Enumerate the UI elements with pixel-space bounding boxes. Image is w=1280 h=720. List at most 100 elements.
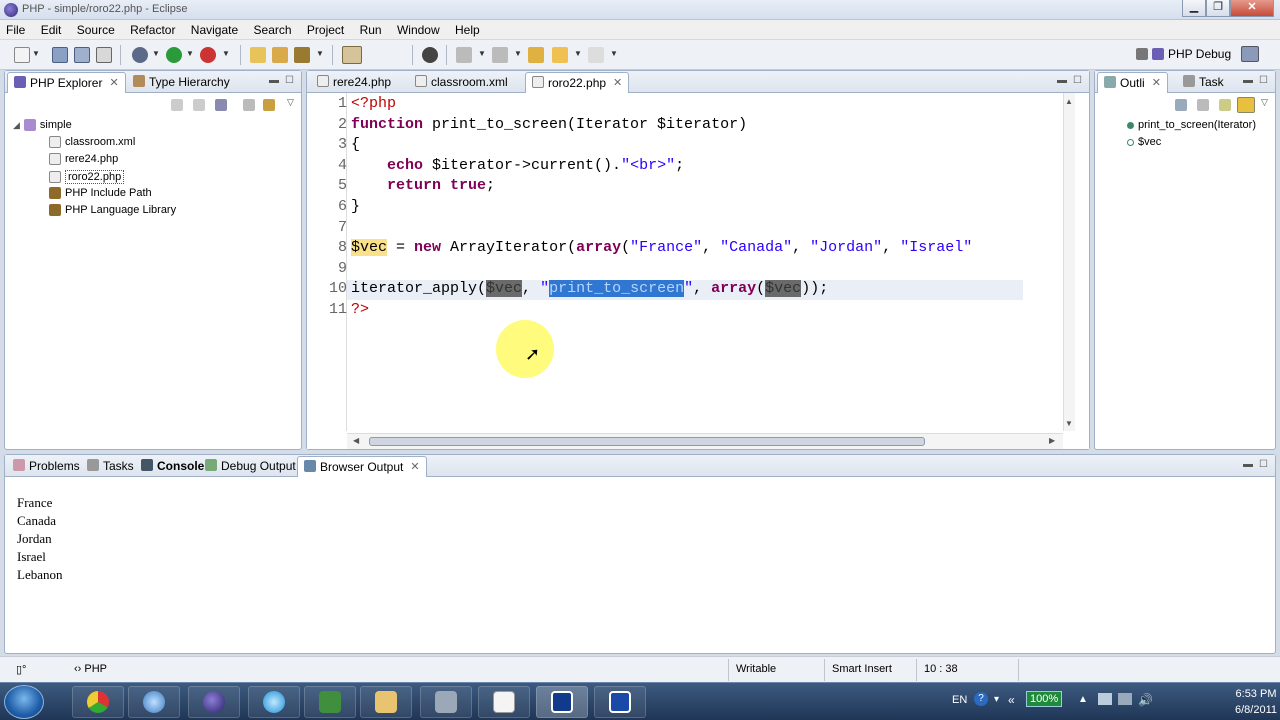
external-tools-icon[interactable] xyxy=(200,47,216,63)
wand-icon[interactable] xyxy=(294,47,310,63)
explorer-taskbar-button[interactable] xyxy=(360,686,412,718)
fast-view-icon[interactable]: ▯° xyxy=(16,663,26,676)
collapse-all-icon[interactable] xyxy=(243,99,255,111)
run-dropdown-icon[interactable]: ▼ xyxy=(186,49,194,58)
tree-item-selected[interactable]: roro22.php xyxy=(49,170,125,184)
tab-classroom[interactable]: classroom.xml xyxy=(409,72,514,93)
document-taskbar-button[interactable] xyxy=(478,686,530,718)
close-icon[interactable]: ✕ xyxy=(1152,76,1161,93)
view-menu-icon[interactable]: ▽ xyxy=(287,97,294,108)
outline-item[interactable]: print_to_screen(Iterator) xyxy=(1127,119,1256,131)
eclipse-taskbar-button[interactable] xyxy=(188,686,240,718)
code-line[interactable]: iterator_apply($vec, "print_to_screen", … xyxy=(351,280,828,298)
close-button[interactable]: ✕ xyxy=(1230,0,1274,17)
maximize-view-icon[interactable]: ☐ xyxy=(1259,459,1268,470)
volume-icon[interactable]: 🔊 xyxy=(1138,693,1153,707)
safari-taskbar-button[interactable] xyxy=(128,686,180,718)
minimize-view-icon[interactable]: ▬ xyxy=(1243,459,1253,470)
menu-run[interactable]: Run xyxy=(354,20,388,37)
tab-php-explorer[interactable]: PHP Explorer ✕ xyxy=(7,72,126,93)
sort-icon[interactable] xyxy=(1175,99,1187,111)
menu-window[interactable]: Window xyxy=(391,20,446,37)
menu-source[interactable]: Source xyxy=(71,20,121,37)
menu-file[interactable]: File xyxy=(0,20,31,37)
last-edit-icon[interactable] xyxy=(528,47,544,63)
tab-problems[interactable]: Problems xyxy=(7,456,86,477)
scroll-down-icon[interactable]: ▼ xyxy=(1065,419,1073,428)
tab-roro22[interactable]: roro22.php ✕ xyxy=(525,72,630,93)
next-annotation-icon[interactable] xyxy=(456,47,472,63)
code-line[interactable]: } xyxy=(351,198,360,215)
minimize-view-icon[interactable]: ▬ xyxy=(1057,75,1067,86)
link-editor-icon[interactable] xyxy=(1237,97,1255,113)
vertical-scrollbar[interactable] xyxy=(1063,93,1075,431)
collapse-all-icon[interactable] xyxy=(1197,99,1209,111)
new-icon[interactable] xyxy=(14,47,30,63)
back-dropdown-icon[interactable]: ▼ xyxy=(574,49,582,58)
menu-project[interactable]: Project xyxy=(301,20,350,37)
monitor-icon[interactable] xyxy=(1118,693,1132,705)
horizontal-scrollbar[interactable]: ◀ ▶ xyxy=(347,433,1063,449)
open-perspective-icon[interactable] xyxy=(1136,48,1148,60)
php-perspective-icon[interactable] xyxy=(1241,46,1260,62)
clock-time[interactable]: 6:53 PM xyxy=(1228,688,1280,700)
tree-item[interactable]: PHP Include Path xyxy=(49,187,152,199)
code-line[interactable]: echo $iterator->current()."<br>"; xyxy=(351,157,684,174)
code-area[interactable]: 1 <?php 2 function print_to_screen(Iterator… xyxy=(307,93,1089,449)
up-icon[interactable] xyxy=(215,99,227,111)
close-icon[interactable]: ✕ xyxy=(613,76,622,93)
close-icon[interactable]: ✕ xyxy=(109,76,118,93)
code-line[interactable]: <?php xyxy=(351,95,396,112)
tab-rere24[interactable]: rere24.php xyxy=(311,72,397,93)
forward-icon[interactable] xyxy=(588,47,604,63)
outline-item[interactable]: $vec xyxy=(1127,136,1161,148)
app-taskbar-button[interactable] xyxy=(594,686,646,718)
maximize-view-icon[interactable]: ☐ xyxy=(1259,75,1268,86)
tab-outline[interactable]: Outli ✕ xyxy=(1097,72,1168,93)
annotation-dropdown-icon[interactable]: ▼ xyxy=(478,49,486,58)
scroll-right-icon[interactable]: ▶ xyxy=(1049,436,1055,445)
tray-chevron-icon[interactable]: « xyxy=(1008,693,1015,707)
tree-item[interactable]: PHP Language Library xyxy=(49,204,176,216)
chrome-taskbar-button[interactable] xyxy=(72,686,124,718)
maximize-view-icon[interactable]: ☐ xyxy=(1073,75,1082,86)
back-nav-icon[interactable] xyxy=(171,99,183,111)
perspective-label[interactable]: PHP Debug xyxy=(1168,47,1231,61)
scroll-left-icon[interactable]: ◀ xyxy=(353,436,359,445)
ie-taskbar-button[interactable] xyxy=(248,686,300,718)
prev-annotation-icon[interactable] xyxy=(492,47,508,63)
close-icon[interactable]: ✕ xyxy=(410,460,419,477)
tab-task[interactable]: Task xyxy=(1177,72,1230,93)
link-editor-icon[interactable] xyxy=(263,99,275,111)
tray-arrow-icon[interactable]: ▾ xyxy=(994,694,999,705)
code-line[interactable]: $vec = new ArrayIterator(array("France",… xyxy=(351,239,972,257)
run-icon[interactable] xyxy=(166,47,182,63)
minimize-view-icon[interactable]: ▬ xyxy=(1243,75,1253,86)
forward-dropdown-icon[interactable]: ▼ xyxy=(610,49,618,58)
wand-dropdown-icon[interactable]: ▼ xyxy=(316,49,324,58)
maximize-view-icon[interactable]: ☐ xyxy=(285,75,294,86)
language-indicator[interactable]: EN xyxy=(952,694,967,706)
minimize-view-icon[interactable]: ▬ xyxy=(269,75,279,86)
debug-gear-icon[interactable] xyxy=(132,47,148,63)
menu-navigate[interactable]: Navigate xyxy=(185,20,244,37)
filter-icon[interactable] xyxy=(1219,99,1231,111)
tab-tasks[interactable]: Tasks xyxy=(81,456,140,477)
menu-help[interactable]: Help xyxy=(449,20,486,37)
scroll-thumb[interactable] xyxy=(369,437,925,446)
tab-type-hierarchy[interactable]: Type Hierarchy xyxy=(127,72,236,93)
spreadsheet-taskbar-button[interactable] xyxy=(304,686,356,718)
collapse-arrow-icon[interactable]: ◢ xyxy=(13,120,20,131)
network-icon[interactable] xyxy=(1098,693,1112,705)
code-line[interactable]: return true; xyxy=(351,177,495,194)
tree-item[interactable]: rere24.php xyxy=(49,153,118,165)
menu-search[interactable]: Search xyxy=(248,20,298,37)
perspective-switcher[interactable]: PHP Debug xyxy=(1136,46,1260,62)
tab-browser-output[interactable]: Browser Output ✕ xyxy=(297,456,427,477)
view-menu-icon[interactable]: ▽ xyxy=(1261,97,1268,108)
open-type-icon[interactable] xyxy=(342,46,362,64)
help-icon[interactable]: ? xyxy=(974,692,988,706)
globe-icon[interactable] xyxy=(422,47,438,63)
menu-edit[interactable]: Edit xyxy=(35,20,68,37)
back-icon[interactable] xyxy=(552,47,568,63)
